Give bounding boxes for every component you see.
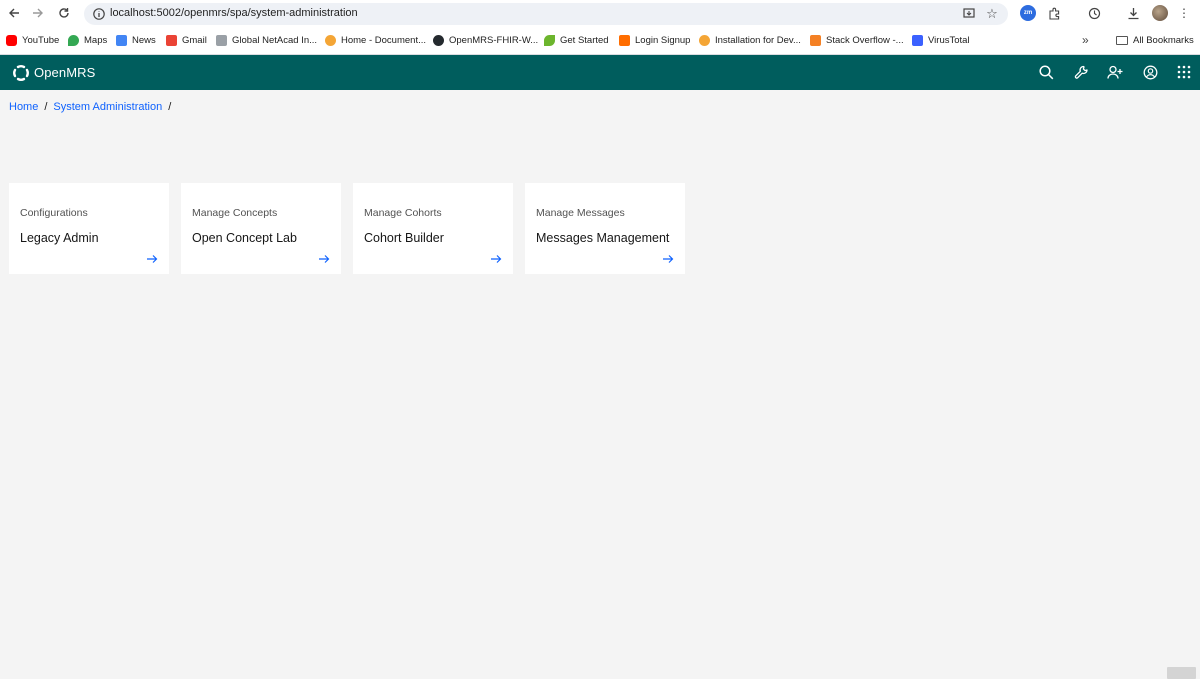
gmail-icon xyxy=(166,34,177,46)
profile-avatar[interactable] xyxy=(1152,5,1168,21)
bookmark-news[interactable]: News xyxy=(116,32,156,48)
card-legacy-admin[interactable]: Configurations Legacy Admin xyxy=(9,183,169,274)
app-header: OpenMRS xyxy=(0,55,1200,90)
stack-overflow-icon xyxy=(810,34,821,46)
card-title: Open Concept Lab xyxy=(192,231,297,245)
forward-icon[interactable] xyxy=(28,3,48,23)
extension-badge: zm xyxy=(1023,10,1033,16)
bookmark-label: Login Signup xyxy=(635,34,691,46)
bookmark-get-started[interactable]: Get Started xyxy=(544,32,609,48)
openmrs-icon xyxy=(699,34,710,46)
download-icon[interactable] xyxy=(1125,5,1141,21)
browser-toolbar: localhost:5002/openmrs/spa/system-admini… xyxy=(0,0,1200,28)
install-app-icon[interactable] xyxy=(961,6,977,22)
search-icon[interactable] xyxy=(1037,63,1055,81)
bookmark-label: Global NetAcad In... xyxy=(232,34,318,46)
breadcrumb-home[interactable]: Home xyxy=(9,101,38,113)
bookmark-home-document[interactable]: Home - Document... xyxy=(325,32,426,48)
card-header: Manage Cohorts xyxy=(364,207,442,219)
youtube-icon xyxy=(6,34,17,46)
zoom-extension-icon[interactable]: zm xyxy=(1020,5,1036,21)
openmrs-logo-icon xyxy=(13,64,29,81)
card-open-concept-lab[interactable]: Manage Concepts Open Concept Lab xyxy=(181,183,341,274)
breadcrumb-separator: / xyxy=(44,101,48,113)
card-title: Cohort Builder xyxy=(364,231,444,245)
breadcrumb-system-administration[interactable]: System Administration xyxy=(53,101,162,113)
card-header: Manage Concepts xyxy=(192,207,278,219)
openmrs-logo[interactable]: OpenMRS xyxy=(12,63,95,82)
app-name: OpenMRS xyxy=(34,65,96,80)
bookmark-label: Installation for Dev... xyxy=(715,34,801,46)
bookmark-label: VirusTotal xyxy=(928,34,970,46)
reload-icon[interactable] xyxy=(54,3,74,23)
arrow-right-icon[interactable] xyxy=(489,252,503,266)
browser-menu-icon[interactable]: ⋮ xyxy=(1176,5,1192,21)
bookmark-virustotal[interactable]: VirusTotal xyxy=(912,32,970,48)
bookmark-openmrs-fhir[interactable]: OpenMRS-FHIR-W... xyxy=(433,32,538,48)
arrow-right-icon[interactable] xyxy=(317,252,331,266)
github-icon xyxy=(433,34,444,46)
bookmark-maps[interactable]: Maps xyxy=(68,32,107,48)
bookmark-label: OpenMRS-FHIR-W... xyxy=(449,34,539,46)
card-header: Manage Messages xyxy=(536,207,625,219)
add-user-icon[interactable] xyxy=(1106,63,1124,81)
bookmark-label: Gmail xyxy=(182,34,207,46)
user-avatar-icon[interactable] xyxy=(1141,63,1159,81)
bookmark-label: Home - Document... xyxy=(341,34,426,46)
all-bookmarks-label: All Bookmarks xyxy=(1133,34,1194,46)
more-bookmarks-icon[interactable]: » xyxy=(1082,33,1089,47)
bookmarks-bar: YouTube Maps News Gmail Global NetAcad I… xyxy=(0,31,1200,49)
leaf-icon xyxy=(544,34,555,46)
breadcrumb-separator: / xyxy=(168,101,172,113)
site-info-icon[interactable] xyxy=(92,7,106,21)
cisco-icon xyxy=(216,34,227,46)
breadcrumb: Home / System Administration / xyxy=(9,101,177,113)
bookmark-star-icon[interactable]: ☆ xyxy=(984,6,1000,22)
url-text[interactable]: localhost:5002/openmrs/spa/system-admini… xyxy=(110,7,358,19)
scrollbar-thumb[interactable] xyxy=(1167,667,1196,679)
login-icon xyxy=(619,34,630,46)
all-bookmarks[interactable]: All Bookmarks xyxy=(1116,32,1194,48)
arrow-right-icon[interactable] xyxy=(145,252,159,266)
bookmark-stack-overflow[interactable]: Stack Overflow -... xyxy=(810,32,904,48)
bookmark-gmail[interactable]: Gmail xyxy=(166,32,207,48)
bookmark-installation[interactable]: Installation for Dev... xyxy=(699,32,801,48)
browser-chrome: localhost:5002/openmrs/spa/system-admini… xyxy=(0,0,1200,55)
bookmark-label: Maps xyxy=(84,34,108,46)
bookmark-login-signup[interactable]: Login Signup xyxy=(619,32,690,48)
card-header: Configurations xyxy=(20,207,88,219)
card-title: Messages Management xyxy=(536,231,670,245)
arrow-right-icon[interactable] xyxy=(661,252,675,266)
address-bar[interactable]: localhost:5002/openmrs/spa/system-admini… xyxy=(84,3,1008,25)
card-cohort-builder[interactable]: Manage Cohorts Cohort Builder xyxy=(353,183,513,274)
bookmark-label: News xyxy=(132,34,156,46)
news-icon xyxy=(116,34,127,46)
bookmark-label: Stack Overflow -... xyxy=(826,34,904,46)
bookmark-label: YouTube xyxy=(22,34,60,46)
extensions-puzzle-icon[interactable] xyxy=(1046,5,1062,21)
maps-pin-icon xyxy=(68,34,79,46)
app-switcher-icon[interactable] xyxy=(1175,63,1193,81)
back-icon[interactable] xyxy=(4,3,24,23)
bookmark-youtube[interactable]: YouTube xyxy=(6,32,59,48)
openmrs-icon xyxy=(325,34,336,46)
folder-icon xyxy=(1116,35,1128,45)
history-icon[interactable] xyxy=(1086,5,1102,21)
bookmark-label: Get Started xyxy=(560,34,609,46)
wrench-icon[interactable] xyxy=(1072,63,1090,81)
card-title: Legacy Admin xyxy=(20,231,99,245)
virustotal-icon xyxy=(912,34,923,46)
bookmark-netacad[interactable]: Global NetAcad In... xyxy=(216,32,317,48)
card-messages-management[interactable]: Manage Messages Messages Management xyxy=(525,183,685,274)
